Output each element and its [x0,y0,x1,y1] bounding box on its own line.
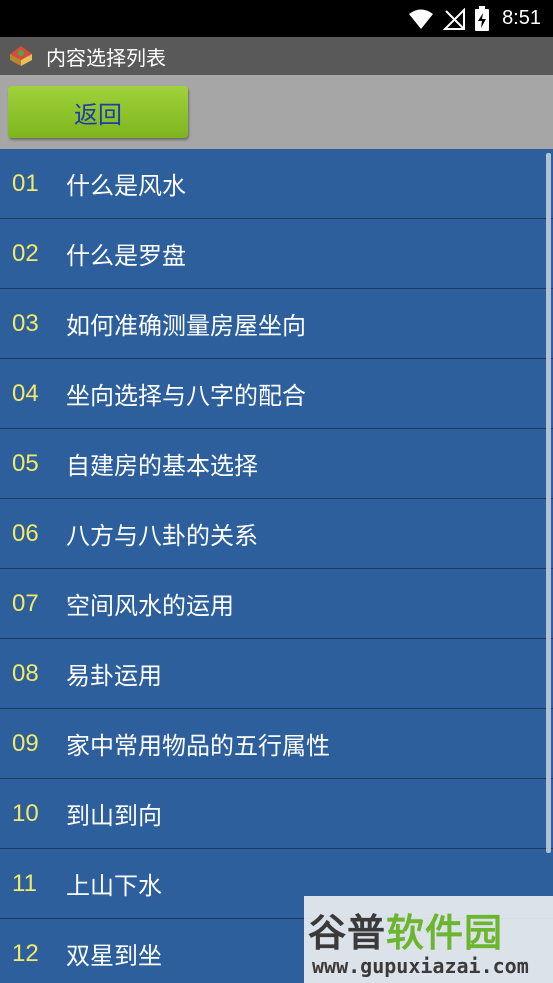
list-item-label: 双星到坐 [66,942,162,970]
watermark-url: www.gupuxiazai.com [312,954,529,978]
list-item-number: 04 [12,379,39,407]
list-item-number: 03 [12,309,39,337]
wifi-icon [409,9,434,29]
list-item[interactable]: 10 到山到向 [0,779,553,849]
list-item-label: 八方与八卦的关系 [66,522,258,550]
watermark-logo-part1: 谷普 [308,911,387,955]
no-signal-icon [442,7,466,30]
list-item-number: 06 [12,519,39,547]
list-item-label: 坐向选择与八字的配合 [66,382,306,410]
app-icon [10,46,32,66]
list-item[interactable]: 08 易卦运用 [0,639,553,709]
back-button[interactable]: 返回 [8,86,188,138]
list-item-label: 易卦运用 [66,662,162,690]
list-item[interactable]: 03 如何准确测量房屋坐向 [0,289,553,359]
scrollbar[interactable] [546,153,551,853]
list-item-label: 什么是风水 [66,172,186,200]
status-icons: 8:51 [408,0,541,37]
list-item-label: 家中常用物品的五行属性 [66,732,330,760]
list-item-label: 如何准确测量房屋坐向 [66,312,306,340]
watermark: 谷普软件园 www.gupuxiazai.com [304,896,553,983]
battery-charging-icon [475,5,490,31]
list-item-number: 12 [12,939,39,967]
title-bar: 内容选择列表 [0,37,553,75]
list-item-label: 上山下水 [66,872,162,900]
list-item-label: 自建房的基本选择 [66,452,258,480]
list-item[interactable]: 09 家中常用物品的五行属性 [0,709,553,779]
list-item[interactable]: 01 什么是风水 [0,149,553,219]
watermark-logo-part2: 软件园 [386,911,504,955]
list-item-number: 09 [12,729,39,757]
list-item[interactable]: 07 空间风水的运用 [0,569,553,639]
list-item-number: 05 [12,449,39,477]
list-item-number: 08 [12,659,39,687]
list-item-label: 空间风水的运用 [66,592,234,620]
toolbar: 返回 [0,75,553,149]
list-item-number: 02 [12,239,39,267]
list-item-label: 什么是罗盘 [66,242,186,270]
list-item-label: 到山到向 [66,802,162,830]
list-item-number: 01 [12,169,39,197]
page-title: 内容选择列表 [46,45,166,70]
list-item-number: 11 [12,869,37,897]
list-item-number: 07 [12,589,39,617]
list-item[interactable]: 04 坐向选择与八字的配合 [0,359,553,429]
content-list: 01 什么是风水 02 什么是罗盘 03 如何准确测量房屋坐向 04 坐向选择与… [0,149,553,983]
status-bar: 8:51 [0,0,553,37]
list-item[interactable]: 02 什么是罗盘 [0,219,553,289]
status-time: 8:51 [502,7,541,29]
watermark-logo: 谷普软件园 [308,902,503,957]
list-item-number: 10 [12,799,39,827]
list-item[interactable]: 05 自建房的基本选择 [0,429,553,499]
list-item[interactable]: 06 八方与八卦的关系 [0,499,553,569]
